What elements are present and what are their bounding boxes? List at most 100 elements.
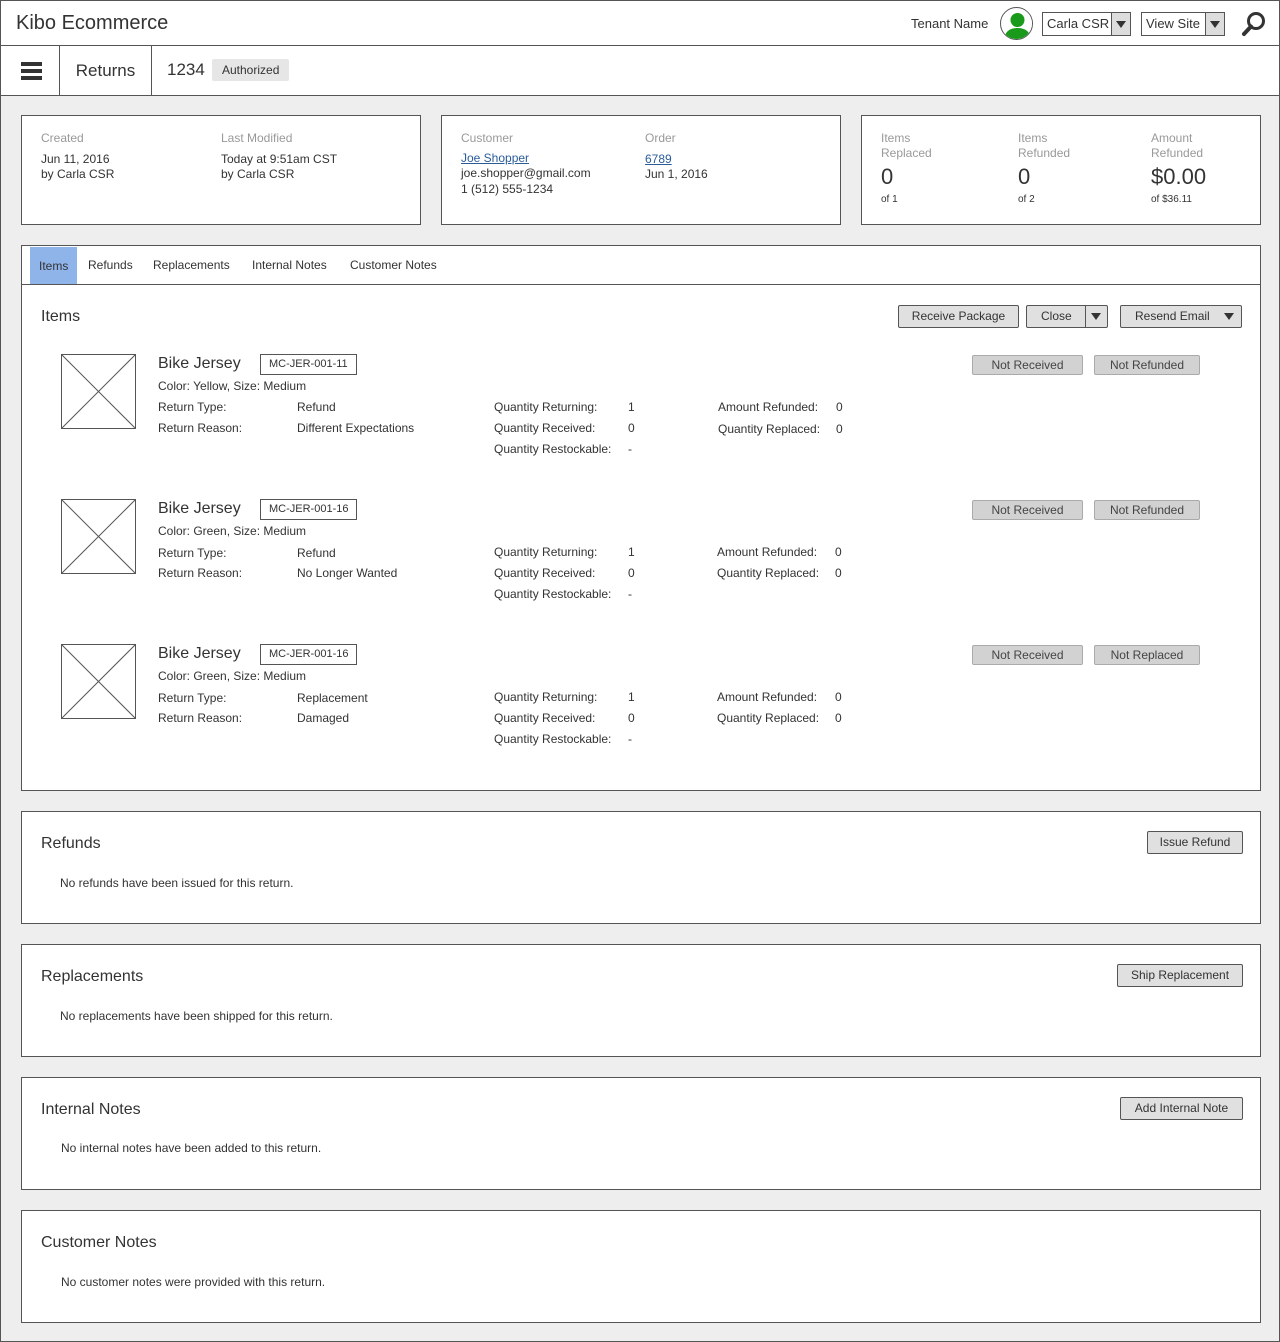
qty-restockable-value: - (628, 732, 632, 746)
items-refunded-of: of 2 (1018, 194, 1035, 205)
issue-refund-button[interactable]: Issue Refund (1147, 831, 1243, 854)
chevron-down-icon[interactable] (1111, 13, 1130, 35)
chevron-down-icon[interactable] (1085, 306, 1107, 327)
product-image-placeholder-icon[interactable] (61, 644, 136, 719)
tab-customer-notes[interactable]: Customer Notes (341, 246, 446, 284)
return-type-value: Replacement (297, 691, 368, 705)
item-sku: MC-JER-001-16 (260, 499, 358, 520)
tenant-name: Tenant Name (911, 16, 989, 31)
order-date: Jun 1, 2016 (645, 167, 708, 181)
items-replaced-label-2: Replaced (881, 146, 932, 160)
order-number-link[interactable]: 6789 (645, 152, 672, 167)
chevron-down-icon[interactable] (1219, 306, 1241, 327)
amount-refunded-label: Amount Refunded: (718, 400, 819, 414)
menu-icon[interactable] (1, 46, 60, 95)
qty-replaced-label: Quantity Replaced: (718, 422, 821, 436)
qty-restockable-value: - (628, 442, 632, 456)
app-frame: Kibo Ecommerce Tenant Name Carla CSR Vie… (0, 0, 1280, 1342)
received-status-badge: Not Received (972, 500, 1083, 520)
items-section: Items Receive Package Close Resend Email… (21, 284, 1261, 791)
top-bar: Kibo Ecommerce Tenant Name Carla CSR Vie… (1, 1, 1279, 46)
amount-refunded-value: 0 (836, 400, 843, 414)
item-sku: MC-JER-001-11 (260, 354, 357, 375)
qty-received-label: Quantity Received: (494, 421, 596, 435)
item-variant: Color: Green, Size: Medium (158, 669, 307, 683)
tab-internal-notes[interactable]: Internal Notes (243, 246, 336, 284)
replacements-section-title: Replacements (41, 968, 144, 985)
add-internal-note-button[interactable]: Add Internal Note (1120, 1097, 1243, 1120)
product-image-placeholder-icon[interactable] (61, 499, 136, 574)
customer-label: Customer (461, 131, 514, 145)
qty-received-label: Quantity Received: (494, 566, 596, 580)
qty-received-label: Quantity Received: (494, 711, 596, 725)
amount-refunded-value: 0 (835, 690, 842, 704)
return-reason-value: Damaged (297, 711, 350, 725)
totals-card: Items Replaced 0 of 1 Items Refunded 0 o… (861, 115, 1261, 225)
tab-items[interactable]: Items (30, 247, 78, 284)
return-id: 1234 (167, 60, 205, 79)
return-reason-value: Different Expectations (297, 421, 415, 435)
qty-replaced-label: Quantity Replaced: (717, 566, 820, 580)
qty-returning-value: 1 (628, 545, 635, 559)
internal-notes-section-title: Internal Notes (41, 1101, 141, 1118)
breadcrumb-returns[interactable]: Returns (60, 46, 152, 95)
user-avatar-icon[interactable] (1000, 7, 1033, 40)
replacements-section: Replacements Ship Replacement No replace… (21, 944, 1261, 1057)
qty-restockable-label: Quantity Restockable: (494, 442, 612, 456)
view-site-value: View Site (1146, 16, 1200, 31)
customer-notes-section-title: Customer Notes (41, 1234, 157, 1251)
user-select-value: Carla CSR (1047, 16, 1110, 31)
return-type-label: Return Type: (158, 400, 227, 414)
close-button-label: Close (1041, 309, 1072, 323)
item-variant: Color: Green, Size: Medium (158, 524, 307, 538)
amount-refunded-label: Amount (1151, 131, 1193, 145)
items-replaced-of: of 1 (881, 194, 898, 205)
return-reason-label: Return Reason: (158, 566, 243, 580)
qty-replaced-label: Quantity Replaced: (717, 711, 820, 725)
created-label: Created (41, 131, 84, 145)
qty-received-value: 0 (628, 421, 635, 435)
internal-notes-empty-message: No internal notes have been added to thi… (61, 1141, 322, 1155)
refunds-empty-message: No refunds have been issued for this ret… (60, 876, 294, 890)
tab-replacements[interactable]: Replacements (144, 246, 239, 284)
items-refunded-label-2: Refunded (1018, 146, 1071, 160)
return-type-label: Return Type: (158, 546, 227, 560)
product-image-placeholder-icon[interactable] (61, 354, 136, 429)
order-label: Order (645, 131, 676, 145)
search-icon[interactable] (1241, 11, 1267, 37)
qty-replaced-value: 0 (836, 422, 843, 436)
qty-returning-label: Quantity Returning: (494, 400, 598, 414)
qty-received-value: 0 (628, 566, 635, 580)
customer-name-link[interactable]: Joe Shopper (461, 151, 529, 166)
amount-refunded-value: $0.00 (1151, 164, 1207, 189)
received-status-badge: Not Received (972, 645, 1083, 665)
modified-date: Today at 9:51am CST (221, 152, 338, 166)
return-type-value: Refund (297, 400, 336, 414)
qty-restockable-label: Quantity Restockable: (494, 587, 612, 601)
qty-returning-label: Quantity Returning: (494, 545, 598, 559)
user-select[interactable]: Carla CSR (1042, 12, 1131, 36)
item-sku: MC-JER-001-16 (260, 644, 358, 665)
modified-label: Last Modified (221, 131, 293, 145)
items-section-title: Items (41, 308, 81, 325)
replacements-empty-message: No replacements have been shipped for th… (60, 1009, 333, 1023)
tab-bar: Items Refunds Replacements Internal Note… (21, 245, 1261, 285)
view-site-select[interactable]: View Site (1141, 12, 1225, 36)
amount-refunded-of: of $36.11 (1151, 194, 1192, 205)
amount-refunded-label: Amount Refunded: (717, 690, 818, 704)
item-variant: Color: Yellow, Size: Medium (158, 379, 307, 393)
tab-refunds[interactable]: Refunds (79, 246, 142, 284)
close-button[interactable]: Close (1026, 305, 1108, 328)
items-refunded-label: Items (1018, 131, 1048, 145)
return-reason-label: Return Reason: (158, 421, 243, 435)
ship-replacement-button[interactable]: Ship Replacement (1117, 964, 1243, 987)
resend-email-label: Resend Email (1135, 309, 1210, 323)
chevron-down-icon[interactable] (1205, 13, 1224, 35)
brand-logo[interactable]: Kibo Ecommerce (16, 12, 168, 35)
receive-package-button[interactable]: Receive Package (898, 305, 1019, 328)
amount-refunded-label-2: Refunded (1151, 146, 1204, 160)
resend-email-button[interactable]: Resend Email (1120, 305, 1242, 328)
item-name: Bike Jersey (158, 355, 241, 372)
qty-restockable-value: - (628, 587, 632, 601)
refunds-section-title: Refunds (41, 835, 101, 852)
